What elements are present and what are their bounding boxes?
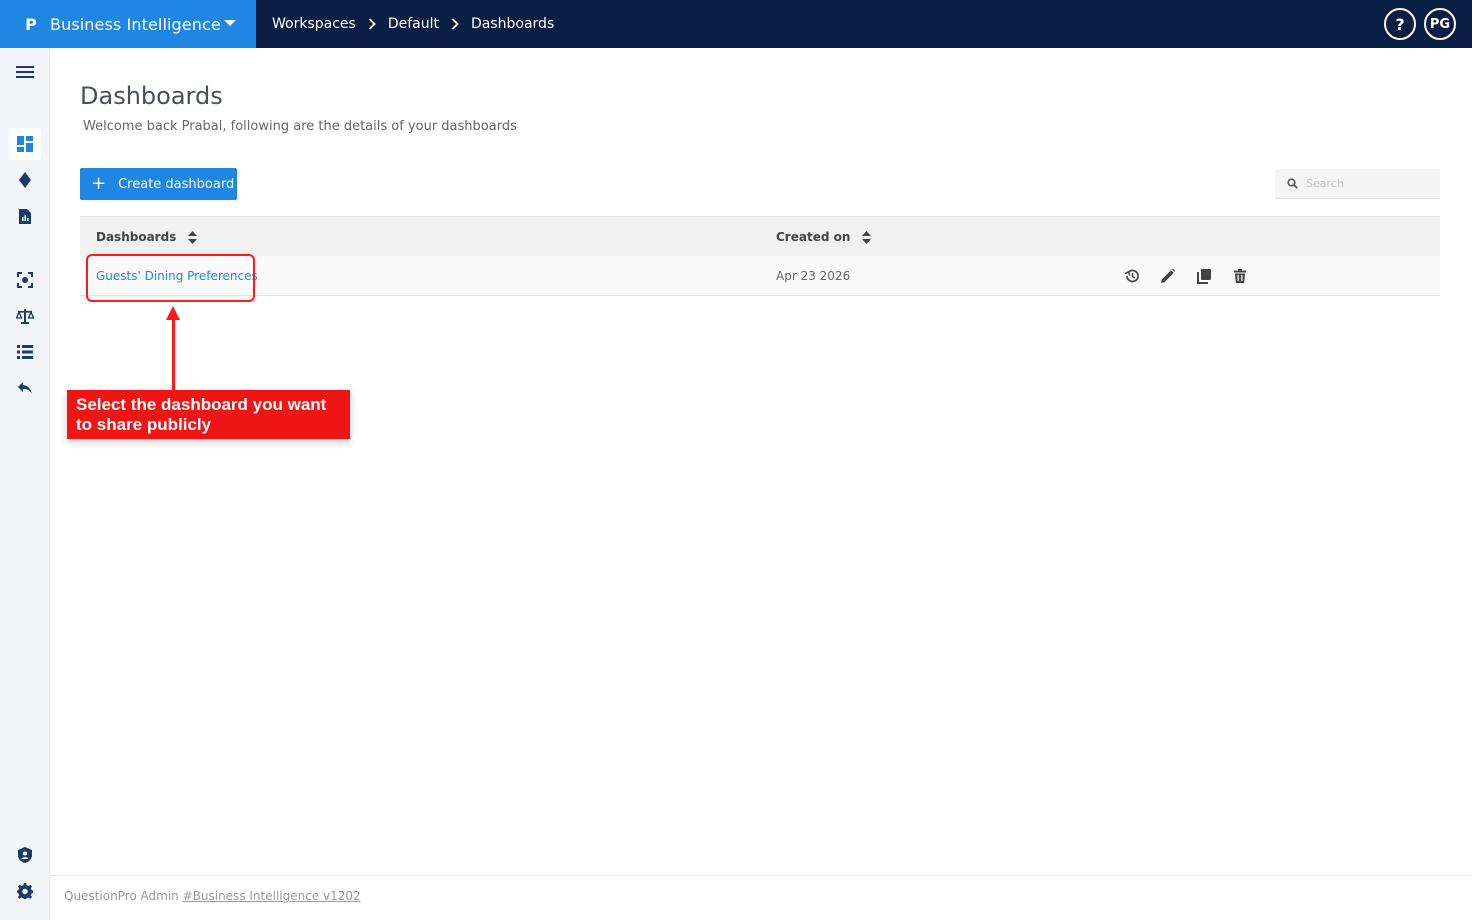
gear-icon[interactable]	[9, 875, 41, 907]
report-icon[interactable]	[9, 200, 41, 232]
annotation-callout: Select the dashboard you want to share p…	[67, 390, 350, 439]
search-icon	[1287, 174, 1298, 193]
footer-text: QuestionPro Admin	[64, 889, 183, 903]
table-header: Dashboards Created on	[80, 216, 1440, 256]
dashboards-table: Dashboards Created on Guests' Dining Pre…	[80, 216, 1440, 296]
menu-icon[interactable]	[9, 56, 41, 88]
caret-down-icon	[224, 20, 236, 26]
delete-trash-icon[interactable]	[1232, 268, 1248, 284]
reply-icon[interactable]	[9, 372, 41, 404]
user-avatar-button[interactable]: PG	[1424, 8, 1456, 40]
help-button[interactable]: ?	[1384, 8, 1416, 40]
breadcrumb-dashboards: Dashboards	[470, 16, 555, 32]
shield-icon[interactable]	[9, 839, 41, 871]
annotation-highlight-box	[86, 254, 255, 302]
sort-icon	[862, 230, 872, 244]
plus-icon: +	[91, 173, 107, 194]
column-label: Dashboards	[96, 230, 177, 244]
breadcrumb-default[interactable]: Default	[388, 16, 439, 32]
create-dashboard-button[interactable]: + Create dashboard	[80, 168, 237, 200]
edit-pencil-icon[interactable]	[1160, 268, 1176, 284]
top-actions: ? PG	[1384, 8, 1456, 40]
app-title: Business Intelligence	[50, 14, 221, 34]
search-box	[1275, 169, 1440, 199]
balance-scale-icon[interactable]	[9, 300, 41, 332]
sort-icon	[188, 230, 198, 244]
sidebar	[0, 48, 50, 920]
table-row: Guests' Dining Preferences Apr 23 2026	[80, 256, 1440, 296]
breadcrumb: Workspaces Default Dashboards	[272, 0, 554, 48]
chevron-right-icon	[451, 18, 459, 30]
page-title: Dashboards	[80, 82, 223, 110]
app-switcher[interactable]: P Business Intelligence	[0, 0, 256, 48]
column-header-created-on[interactable]: Created on	[776, 217, 872, 257]
page-subtitle: Welcome back Prabal, following are the d…	[83, 119, 517, 134]
row-actions	[1124, 256, 1248, 296]
footer-version-link[interactable]: #Business Intelligence v1202	[183, 889, 361, 903]
footer: QuestionPro Admin #Business Intelligence…	[50, 875, 1472, 920]
chevron-right-icon	[368, 18, 376, 30]
history-icon[interactable]	[1124, 268, 1140, 284]
column-header-dashboards[interactable]: Dashboards	[96, 217, 198, 257]
search-input[interactable]	[1306, 177, 1426, 190]
create-dashboard-label: Create dashboard	[118, 176, 235, 192]
scan-icon[interactable]	[9, 264, 41, 296]
copy-icon[interactable]	[1196, 268, 1212, 284]
annotation-arrow-line	[172, 318, 175, 390]
list-icon[interactable]	[9, 336, 41, 368]
dashboard-icon[interactable]	[9, 128, 41, 160]
diamond-icon[interactable]	[9, 164, 41, 196]
top-navigation-bar: P Business Intelligence Workspaces Defau…	[0, 0, 1472, 48]
breadcrumb-workspaces[interactable]: Workspaces	[272, 16, 356, 32]
app-logo: P	[25, 14, 37, 34]
column-label: Created on	[776, 230, 851, 244]
created-on-value: Apr 23 2026	[776, 269, 851, 283]
